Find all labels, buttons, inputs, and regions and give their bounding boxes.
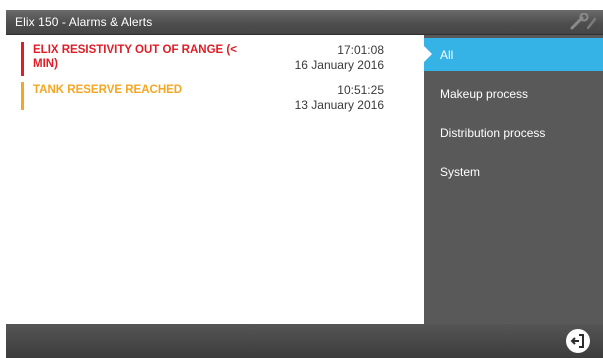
wrench-icon: [568, 12, 598, 31]
filter-menu: All Makeup process Distribution process …: [424, 35, 603, 324]
alarm-message: ELIX RESISTIVITY OUT OF RANGE (< MIN): [33, 44, 237, 70]
window-title: Elix 150 - Alarms & Alerts: [15, 15, 153, 29]
severity-bar: [21, 82, 24, 110]
alert-message: TANK RESERVE REACHED: [33, 84, 183, 96]
alarm-date: 16 January 2016: [294, 58, 384, 72]
bottom-bar: [6, 324, 603, 358]
exit-button[interactable]: [566, 329, 590, 353]
menu-item-system[interactable]: System: [424, 155, 603, 188]
menu-item-label: Makeup process: [440, 87, 529, 101]
alarm-time: 17:01:08: [337, 43, 384, 57]
severity-bar: [21, 42, 24, 76]
menu-item-all[interactable]: All: [424, 38, 603, 71]
exit-icon: [570, 334, 584, 348]
menu-item-makeup-process[interactable]: Makeup process: [424, 77, 603, 110]
menu-item-label: Distribution process: [440, 126, 546, 140]
menu-item-label: All: [440, 48, 454, 62]
alert-date: 13 January 2016: [294, 98, 384, 112]
device-screen: Elix 150 - Alarms & Alerts ELIX RESISTIV…: [6, 10, 603, 358]
alarm-item[interactable]: ELIX RESISTIVITY OUT OF RANGE (< MIN) 17…: [6, 42, 424, 76]
alarm-list: ELIX RESISTIVITY OUT OF RANGE (< MIN) 17…: [6, 35, 424, 324]
menu-item-label: System: [440, 165, 481, 179]
menu-item-distribution-process[interactable]: Distribution process: [424, 116, 603, 149]
alert-item[interactable]: TANK RESERVE REACHED 10:51:25 13 January…: [6, 82, 424, 116]
title-bar: Elix 150 - Alarms & Alerts: [6, 10, 603, 35]
alert-time: 10:51:25: [337, 83, 384, 97]
active-indicator: [424, 46, 432, 62]
